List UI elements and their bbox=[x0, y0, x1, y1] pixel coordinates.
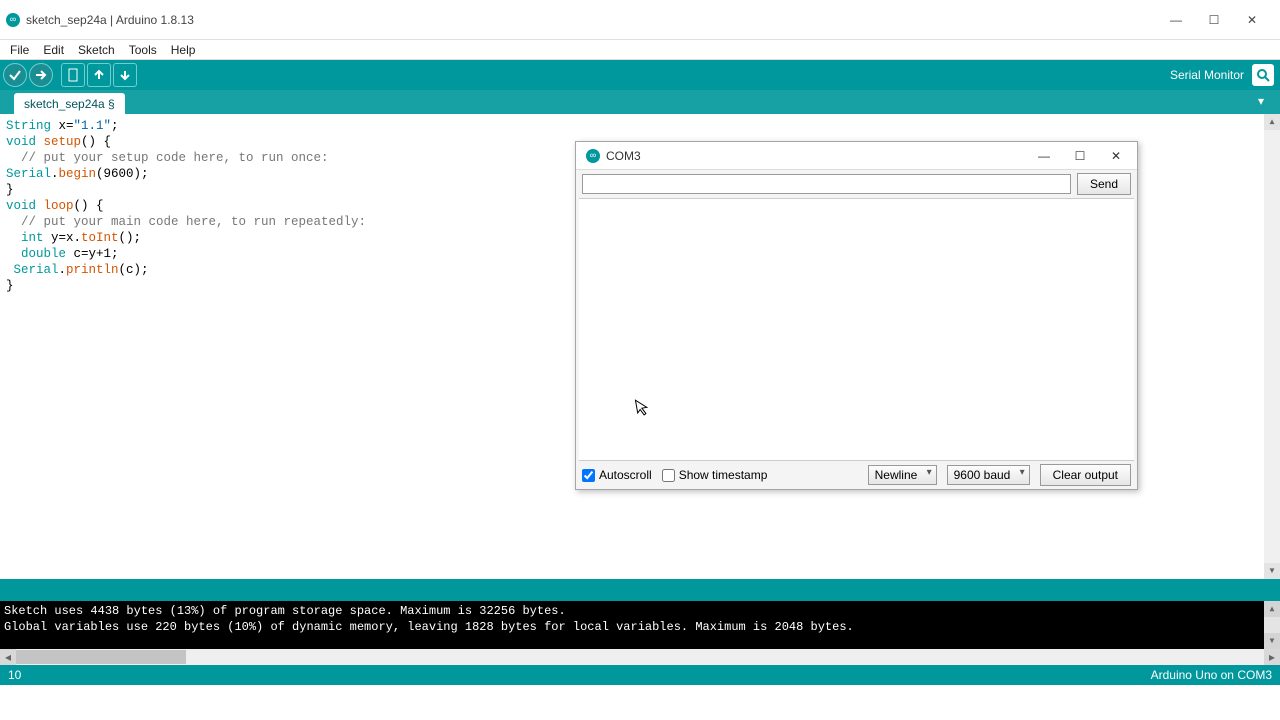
timestamp-label: Show timestamp bbox=[679, 468, 768, 482]
status-strip bbox=[0, 579, 1280, 601]
line-ending-select[interactable]: Newline bbox=[868, 465, 937, 485]
timestamp-checkbox[interactable]: Show timestamp bbox=[662, 468, 768, 482]
menu-help[interactable]: Help bbox=[165, 41, 202, 59]
save-button[interactable] bbox=[113, 63, 137, 87]
close-button[interactable]: ✕ bbox=[1242, 13, 1262, 27]
clear-output-button[interactable]: Clear output bbox=[1040, 464, 1131, 486]
editor-vertical-scrollbar[interactable]: ▴ ▾ bbox=[1264, 114, 1280, 579]
menu-sketch[interactable]: Sketch bbox=[72, 41, 121, 59]
status-bar: 10 Arduino Uno on COM3 bbox=[0, 665, 1280, 685]
tab-sketch[interactable]: sketch_sep24a § bbox=[14, 93, 125, 114]
window-controls: — ☐ ✕ bbox=[1166, 13, 1276, 27]
scroll-right-icon[interactable]: ▸ bbox=[1264, 649, 1280, 665]
scroll-down-icon[interactable]: ▾ bbox=[1264, 563, 1280, 579]
toolbar: Serial Monitor bbox=[0, 60, 1280, 90]
baud-rate-select[interactable]: 9600 baud bbox=[947, 465, 1030, 485]
console-horizontal-scrollbar[interactable]: ◂ ▸ bbox=[0, 649, 1280, 665]
arrow-down-icon bbox=[119, 69, 131, 81]
serial-send-row: Send bbox=[576, 170, 1137, 198]
code-token: String bbox=[6, 119, 51, 133]
serial-monitor-window: COM3 — ☐ ✕ Send Autoscroll Show timestam… bbox=[575, 141, 1138, 490]
new-button[interactable] bbox=[61, 63, 85, 87]
serial-output-area[interactable] bbox=[579, 198, 1134, 461]
timestamp-checkbox-input[interactable] bbox=[662, 469, 675, 482]
minimize-button[interactable]: — bbox=[1166, 13, 1186, 27]
console-vertical-scrollbar[interactable]: ▴ ▾ bbox=[1264, 601, 1280, 649]
serial-titlebar[interactable]: COM3 — ☐ ✕ bbox=[576, 142, 1137, 170]
serial-close-button[interactable]: ✕ bbox=[1107, 149, 1125, 163]
maximize-button[interactable]: ☐ bbox=[1204, 13, 1224, 27]
console-line: Global variables use 220 bytes (10%) of … bbox=[4, 619, 1276, 635]
autoscroll-checkbox-input[interactable] bbox=[582, 469, 595, 482]
serial-bottom-row: Autoscroll Show timestamp Newline 9600 b… bbox=[576, 461, 1137, 489]
scroll-left-icon[interactable]: ◂ bbox=[0, 649, 16, 665]
autoscroll-label: Autoscroll bbox=[599, 468, 652, 482]
status-board-port: Arduino Uno on COM3 bbox=[1151, 668, 1272, 682]
arduino-logo-icon bbox=[586, 149, 600, 163]
arrow-right-icon bbox=[34, 68, 48, 82]
console: Sketch uses 4438 bytes (13%) of program … bbox=[0, 601, 1280, 649]
tab-dropdown-button[interactable]: ▾ bbox=[1258, 94, 1274, 110]
menu-tools[interactable]: Tools bbox=[123, 41, 163, 59]
serial-send-button[interactable]: Send bbox=[1077, 173, 1131, 195]
arrow-up-icon bbox=[93, 69, 105, 81]
menu-file[interactable]: File bbox=[4, 41, 35, 59]
serial-input[interactable] bbox=[582, 174, 1071, 194]
upload-button[interactable] bbox=[29, 63, 53, 87]
tab-strip: sketch_sep24a § ▾ bbox=[0, 90, 1280, 114]
serial-window-title: COM3 bbox=[606, 149, 1035, 163]
autoscroll-checkbox[interactable]: Autoscroll bbox=[582, 468, 652, 482]
scrollbar-thumb[interactable] bbox=[16, 650, 186, 664]
open-button[interactable] bbox=[87, 63, 111, 87]
scroll-up-icon[interactable]: ▴ bbox=[1264, 601, 1280, 617]
menubar: File Edit Sketch Tools Help bbox=[0, 40, 1280, 60]
check-icon bbox=[8, 68, 22, 82]
console-line: Sketch uses 4438 bytes (13%) of program … bbox=[4, 603, 1276, 619]
serial-maximize-button[interactable]: ☐ bbox=[1071, 149, 1089, 163]
serial-monitor-button[interactable] bbox=[1252, 64, 1274, 86]
scroll-down-icon[interactable]: ▾ bbox=[1264, 633, 1280, 649]
menu-edit[interactable]: Edit bbox=[37, 41, 70, 59]
window-title: sketch_sep24a | Arduino 1.8.13 bbox=[26, 13, 1166, 27]
magnifier-icon bbox=[1256, 68, 1270, 82]
arduino-logo-icon bbox=[6, 13, 20, 27]
new-file-icon bbox=[67, 68, 79, 82]
serial-minimize-button[interactable]: — bbox=[1035, 149, 1053, 163]
status-line-number: 10 bbox=[8, 668, 21, 682]
scroll-up-icon[interactable]: ▴ bbox=[1264, 114, 1280, 130]
serial-monitor-label: Serial Monitor bbox=[1170, 68, 1244, 82]
main-titlebar: sketch_sep24a | Arduino 1.8.13 — ☐ ✕ bbox=[0, 0, 1280, 40]
verify-button[interactable] bbox=[3, 63, 27, 87]
